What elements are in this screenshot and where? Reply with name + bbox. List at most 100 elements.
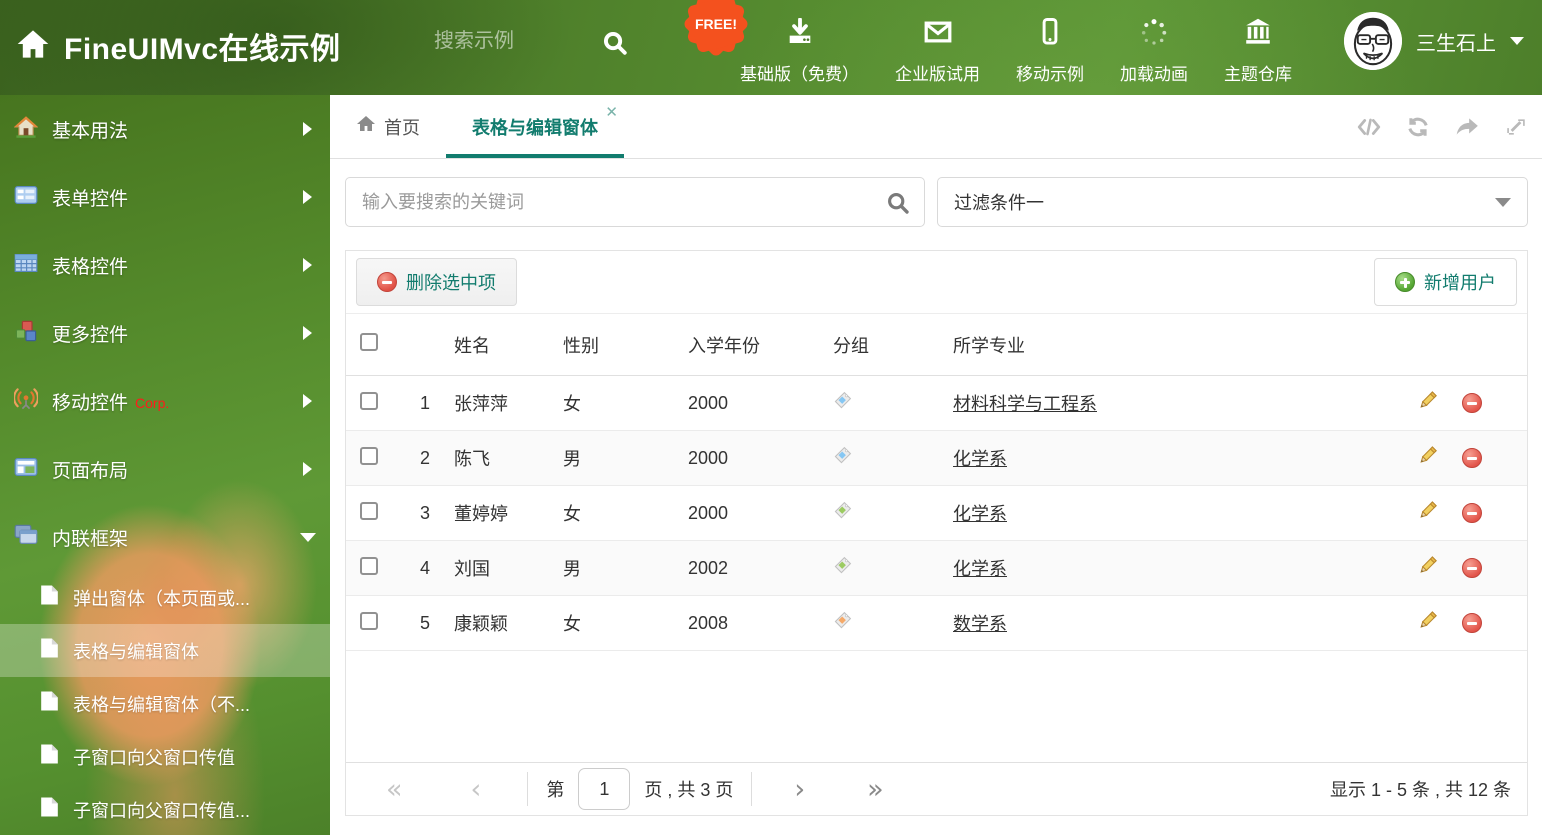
- chevron-right-icon: [303, 258, 312, 272]
- delete-row-icon[interactable]: [1462, 448, 1482, 468]
- last-page-button[interactable]: »: [867, 776, 884, 803]
- delete-row-icon[interactable]: [1462, 503, 1482, 523]
- chevron-right-icon: [303, 462, 312, 476]
- next-page-button[interactable]: ›: [794, 776, 805, 803]
- grid-header-row: 姓名 性别 入学年份 分组 所学专业: [346, 313, 1527, 376]
- tab-home[interactable]: 首页: [330, 95, 446, 158]
- form-color-icon: [14, 184, 38, 211]
- chevron-right-icon: [303, 190, 312, 204]
- cell-name: 康颖颖: [438, 595, 563, 651]
- cell-gender: 女: [563, 485, 688, 541]
- mobile-icon: [1035, 18, 1065, 51]
- file-icon: [40, 584, 59, 611]
- cubes-color-icon: [14, 320, 38, 347]
- major-link[interactable]: 化学系: [953, 504, 1007, 524]
- sidebar-subitem-grid-edit-window-no[interactable]: 表格与编辑窗体（不...: [0, 677, 330, 730]
- antenna-color-icon: [13, 387, 39, 415]
- sidebar-item-mobile[interactable]: 移动控件 Corp.: [0, 367, 330, 435]
- cell-name: 董婷婷: [438, 485, 563, 541]
- corp-badge: Corp.: [135, 395, 170, 411]
- sidebar-subitem-child-to-parent-2[interactable]: 子窗口向父窗口传值...: [0, 783, 330, 835]
- sidebar-subitem-popup-window[interactable]: 弹出窗体（本页面或...: [0, 571, 330, 624]
- col-header-major[interactable]: 所学专业: [953, 313, 1417, 376]
- page-number-input[interactable]: [578, 768, 631, 810]
- header-nav: 基础版（免费） 企业版试用 移动示例 加载动画 主题仓库: [722, 17, 1310, 85]
- table-color-icon: [14, 252, 38, 279]
- share-icon[interactable]: [1454, 116, 1480, 138]
- refresh-icon[interactable]: [1406, 116, 1430, 138]
- select-all-checkbox[interactable]: [360, 333, 378, 351]
- major-link[interactable]: 化学系: [953, 449, 1007, 469]
- edit-pencil-icon[interactable]: [1417, 445, 1438, 471]
- plus-circle-icon: [1395, 272, 1415, 292]
- header-search-icon[interactable]: [602, 30, 628, 61]
- cell-name: 刘国: [438, 540, 563, 596]
- keyword-search-input[interactable]: [346, 178, 844, 226]
- chevron-down-icon: [1510, 37, 1524, 45]
- first-page-button[interactable]: «: [386, 776, 403, 803]
- sidebar-subitem-child-to-parent[interactable]: 子窗口向父窗口传值: [0, 730, 330, 783]
- search-icon[interactable]: [886, 191, 910, 220]
- sidebar-item-layout[interactable]: 页面布局: [0, 435, 330, 503]
- grid-toolbar: 删除选中项 新增用户: [346, 251, 1527, 313]
- top-header: FineUIMvc在线示例 FREE! 基础版（免费） 企业版试用: [0, 0, 1542, 95]
- sidebar-item-basic[interactable]: 基本用法: [0, 95, 330, 163]
- sidebar-item-grid[interactable]: 表格控件: [0, 231, 330, 299]
- row-checkbox[interactable]: [360, 391, 378, 410]
- cell-year: 2002: [688, 540, 833, 596]
- active-tab-underline: [446, 154, 624, 158]
- major-link[interactable]: 材料科学与工程系: [953, 394, 1097, 414]
- row-checkbox[interactable]: [360, 556, 378, 575]
- sidebar-item-form[interactable]: 表单控件: [0, 163, 330, 231]
- delete-row-icon[interactable]: [1462, 558, 1482, 578]
- data-grid: 姓名 性别 入学年份 分组 所学专业 1 张萍萍 女 2000 材料科学与工程系…: [346, 313, 1527, 651]
- spinner-icon: [1139, 18, 1169, 51]
- row-checkbox[interactable]: [360, 501, 378, 520]
- cell-year: 2008: [688, 595, 833, 651]
- close-icon[interactable]: ✕: [605, 103, 618, 121]
- nav-basic-free[interactable]: 基础版（免费）: [722, 17, 877, 85]
- edit-pencil-icon[interactable]: [1417, 500, 1438, 526]
- edit-pencil-icon[interactable]: [1417, 390, 1438, 416]
- tag-icon: [834, 391, 852, 409]
- cell-name: 张萍萍: [438, 375, 563, 431]
- edit-pencil-icon[interactable]: [1417, 555, 1438, 581]
- nav-mobile-demo[interactable]: 移动示例: [998, 18, 1102, 85]
- row-number: 3: [394, 485, 438, 541]
- page-label-suffix: 页 , 共 3 页: [644, 780, 734, 800]
- col-header-year[interactable]: 入学年份: [688, 313, 833, 376]
- delete-row-icon[interactable]: [1462, 613, 1482, 633]
- filter-dropdown[interactable]: 过滤条件一: [937, 177, 1528, 227]
- tab-grid-edit-window[interactable]: 表格与编辑窗体 ✕: [446, 95, 624, 158]
- col-header-group[interactable]: 分组: [833, 313, 953, 376]
- nav-theme-store[interactable]: 主题仓库: [1206, 18, 1310, 85]
- tab-bar: 首页 表格与编辑窗体 ✕: [330, 95, 1542, 159]
- delete-row-icon[interactable]: [1462, 393, 1482, 413]
- col-header-gender[interactable]: 性别: [563, 313, 688, 376]
- envelope-icon: [923, 18, 953, 51]
- tag-icon: [834, 556, 852, 574]
- sidebar-subitem-grid-edit-window[interactable]: 表格与编辑窗体: [0, 624, 330, 677]
- row-checkbox[interactable]: [360, 611, 378, 630]
- cell-gender: 男: [563, 430, 688, 486]
- sidebar-item-more[interactable]: 更多控件: [0, 299, 330, 367]
- nav-enterprise-trial[interactable]: 企业版试用: [877, 18, 998, 85]
- prev-page-button[interactable]: ‹: [471, 776, 482, 803]
- col-header-name[interactable]: 姓名: [438, 313, 563, 376]
- code-icon[interactable]: [1356, 116, 1382, 138]
- add-user-button[interactable]: 新增用户: [1374, 258, 1517, 306]
- user-menu[interactable]: 三生石上: [1344, 12, 1524, 70]
- minus-circle-icon: [377, 272, 397, 292]
- major-link[interactable]: 化学系: [953, 559, 1007, 579]
- sidebar-item-iframe[interactable]: 内联框架: [0, 503, 330, 571]
- major-link[interactable]: 数学系: [953, 614, 1007, 634]
- delete-selected-button[interactable]: 删除选中项: [356, 258, 517, 306]
- row-checkbox[interactable]: [360, 446, 378, 465]
- home-icon: [356, 115, 376, 138]
- edit-pencil-icon[interactable]: [1417, 610, 1438, 636]
- brand[interactable]: FineUIMvc在线示例: [16, 24, 341, 68]
- row-number: 2: [394, 430, 438, 486]
- expand-icon[interactable]: [1504, 116, 1528, 138]
- nav-loading-anim[interactable]: 加载动画: [1102, 18, 1206, 85]
- home-icon: [16, 28, 50, 65]
